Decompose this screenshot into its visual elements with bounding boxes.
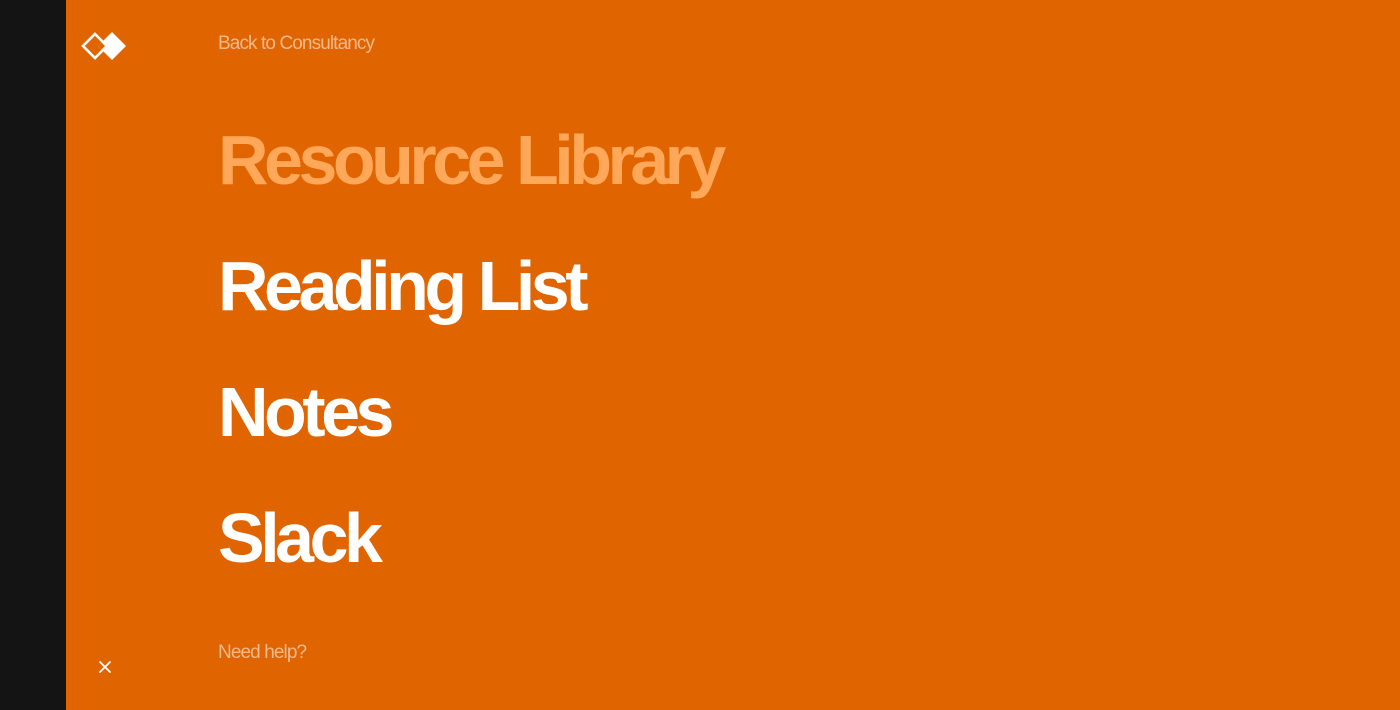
close-icon (99, 661, 111, 673)
menu-item-reading-list[interactable]: Reading List (218, 244, 722, 370)
menu-item-notes[interactable]: Notes (218, 370, 722, 496)
left-dark-strip (0, 0, 66, 710)
menu-item-resource-library[interactable]: Resource Library (218, 118, 726, 244)
double-diamond-logo-icon (81, 32, 126, 60)
back-to-consultancy-link[interactable]: Back to Consultancy (218, 33, 375, 55)
main-menu: Resource Library Reading List Notes Slac… (218, 118, 726, 622)
menu-item-slack[interactable]: Slack (218, 496, 722, 622)
need-help-link[interactable]: Need help? (218, 642, 307, 664)
close-menu-button[interactable] (90, 652, 120, 682)
logo[interactable] (81, 31, 127, 63)
